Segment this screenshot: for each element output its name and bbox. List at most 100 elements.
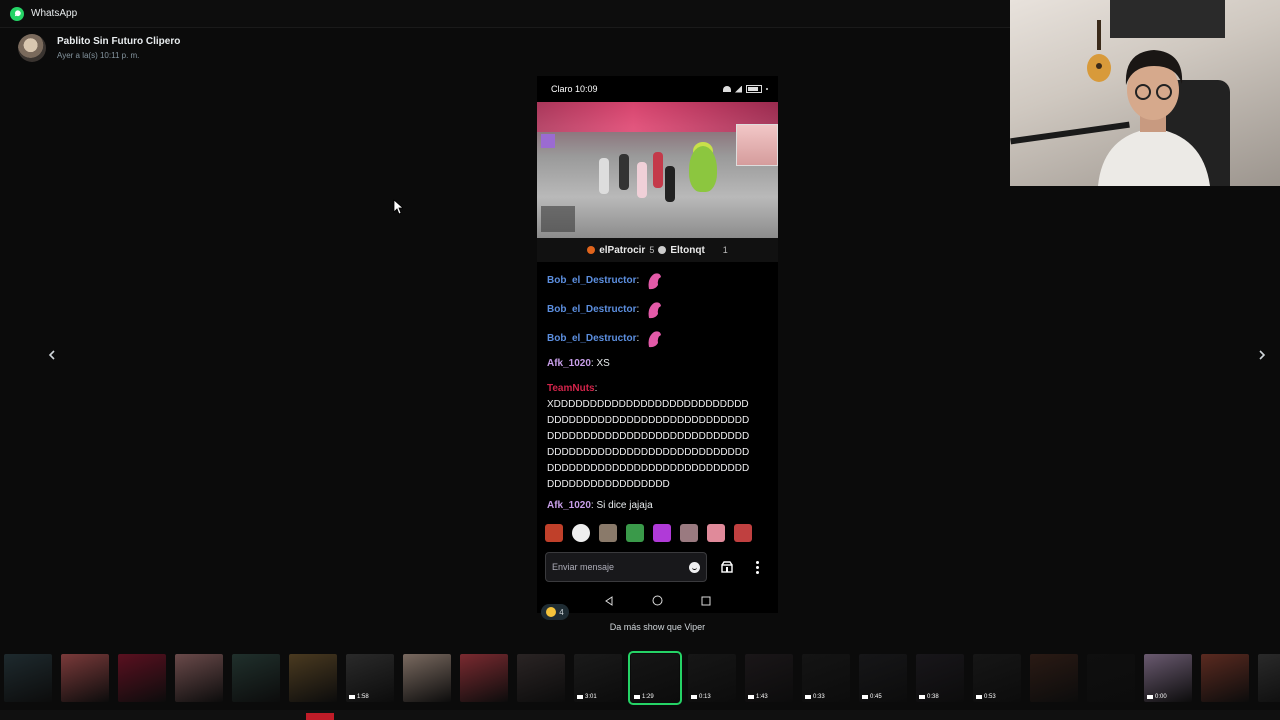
media-thumbnail[interactable]: 1:58 <box>346 654 394 702</box>
recents-icon[interactable] <box>701 596 711 606</box>
next-media-button[interactable] <box>1251 344 1273 366</box>
media-thumbnail[interactable]: 0:33 <box>802 654 850 702</box>
media-thumbnail[interactable] <box>1087 654 1135 702</box>
media-thumbnail[interactable] <box>1258 654 1280 702</box>
video-duration: 0:00 <box>1147 694 1167 700</box>
streamer-viewers: 1 <box>722 245 728 255</box>
media-thumbnail-strip: 1:58 3:01 1:29 0:13 1:43 0:33 0:45 0:38 0:53 0:00 <box>0 650 1280 706</box>
game-hud <box>541 206 575 232</box>
streamer-name: elPatrocir <box>599 244 646 256</box>
emoji-icon[interactable] <box>689 561 700 573</box>
streamer-cam <box>736 124 778 166</box>
chat-message: Bob_el_Destructor: <box>547 266 768 295</box>
chat-username[interactable]: Afk_1020 <box>547 498 591 514</box>
emote-icon[interactable] <box>734 524 752 542</box>
emote-icon[interactable] <box>626 524 644 542</box>
video-duration: 1:29 <box>634 694 654 700</box>
chat-message: Afk_1020: Si dice jajaja <box>547 493 768 519</box>
wifi-icon <box>723 86 731 92</box>
sender-info[interactable]: Pablito Sin Futuro Clipero Ayer a la(s) … <box>18 34 180 62</box>
media-thumbnail[interactable] <box>460 654 508 702</box>
streamer-icon <box>587 246 596 254</box>
video-duration: 1:58 <box>349 694 369 700</box>
chat-log: Bob_el_Destructor: Bob_el_Destructor: Bo… <box>537 262 778 519</box>
media-thumbnail[interactable] <box>118 654 166 702</box>
media-thumbnail[interactable]: 0:45 <box>859 654 907 702</box>
emote-icon <box>648 301 662 318</box>
media-thumbnail[interactable]: 0:13 <box>688 654 736 702</box>
media-thumbnail[interactable] <box>175 654 223 702</box>
chat-message-input[interactable]: Enviar mensaje <box>545 552 707 582</box>
battery-icon <box>746 85 762 93</box>
video-icon <box>976 695 982 699</box>
emote-icon <box>648 272 662 289</box>
media-thumbnail[interactable]: 3:01 <box>574 654 622 702</box>
app-title: WhatsApp <box>31 8 78 19</box>
emote-icon[interactable] <box>545 524 563 542</box>
whatsapp-logo-icon <box>10 6 24 21</box>
chat-text-line: DDDDDDDDDDDDDDDDDDDDDDDDDDDD <box>547 415 750 426</box>
chevron-left-icon <box>48 350 55 360</box>
media-thumbnail[interactable] <box>517 654 565 702</box>
chat-username[interactable]: TeamNuts <box>547 383 595 394</box>
media-thumbnail[interactable]: 0:38 <box>916 654 964 702</box>
video-icon <box>919 695 925 699</box>
emote-icon[interactable] <box>680 524 698 542</box>
webcam-overlay <box>1010 0 1280 186</box>
taskbar <box>0 710 1280 720</box>
media-thumbnail[interactable] <box>4 654 52 702</box>
stream-video[interactable] <box>537 102 778 238</box>
media-thumbnail[interactable]: 0:00 <box>1144 654 1192 702</box>
more-options-button[interactable] <box>747 557 767 577</box>
chat-username[interactable]: Afk_1020 <box>547 356 591 372</box>
back-icon[interactable] <box>604 595 614 606</box>
chat-text-line: XDDDDDDDDDDDDDDDDDDDDDDDDDDD <box>547 399 749 410</box>
chat-input-row: Enviar mensaje <box>545 552 770 582</box>
media-thumbnail[interactable] <box>1201 654 1249 702</box>
video-icon <box>1147 695 1153 699</box>
video-duration: 0:53 <box>976 694 996 700</box>
reaction-badge[interactable]: 4 <box>541 604 569 620</box>
video-duration: 0:33 <box>805 694 825 700</box>
home-icon[interactable] <box>652 595 663 606</box>
stream-info-bar: elPatrocir 5 Eltonqt 1 <box>537 238 778 262</box>
media-thumbnail[interactable] <box>289 654 337 702</box>
chat-username[interactable]: Bob_el_Destructor <box>547 331 636 347</box>
emote-icon[interactable] <box>599 524 617 542</box>
chat-text-line: DDDDDDDDDDDDDDDDDDDDDDDDDDDD <box>547 463 750 474</box>
mouse-cursor-icon <box>393 199 403 215</box>
chat-username[interactable]: Bob_el_Destructor <box>547 302 636 318</box>
media-thumbnail[interactable] <box>1030 654 1078 702</box>
media-image[interactable]: Claro 10:09 elPatrocir 5 Eltonqt 1 Bob_e… <box>537 76 778 613</box>
chat-text-line: DDDDDDDDDDDDDDDDD <box>547 479 670 490</box>
media-thumbnail[interactable]: 1:43 <box>745 654 793 702</box>
streamer-image <box>1098 50 1210 186</box>
chat-message: Afk_1020: XS <box>547 353 768 375</box>
reaction-count: 4 <box>559 607 564 617</box>
emote-icon[interactable] <box>653 524 671 542</box>
emote-icon[interactable] <box>707 524 725 542</box>
laughing-emoji-icon <box>546 607 557 617</box>
avatar[interactable] <box>18 34 46 62</box>
media-thumbnail[interactable] <box>61 654 109 702</box>
dot-icon <box>766 88 768 90</box>
media-thumbnail[interactable]: 0:53 <box>973 654 1021 702</box>
sent-time: Ayer a la(s) 10:11 p. m. <box>57 51 140 60</box>
emote-icon[interactable] <box>572 524 590 542</box>
video-duration: 0:13 <box>691 694 711 700</box>
chat-message: TeamNuts: XDDDDDDDDDDDDDDDDDDDDDDDDDDD D… <box>547 381 768 493</box>
bits-button[interactable] <box>717 557 737 577</box>
media-thumbnail[interactable]: 1:29 <box>628 651 682 705</box>
media-thumbnail[interactable] <box>232 654 280 702</box>
media-caption: Da más show que Viper <box>609 622 706 632</box>
video-icon <box>691 695 697 699</box>
chat-username[interactable]: Bob_el_Destructor <box>547 273 636 289</box>
video-icon <box>805 695 811 699</box>
media-thumbnail[interactable] <box>403 654 451 702</box>
media-viewer: WhatsApp Pablito Sin Futuro Clipero Ayer… <box>0 0 1280 720</box>
previous-media-button[interactable] <box>41 344 63 366</box>
video-duration: 0:45 <box>862 694 882 700</box>
store-icon <box>721 561 733 573</box>
emote-picker-bar <box>537 522 778 544</box>
video-icon <box>349 695 355 699</box>
